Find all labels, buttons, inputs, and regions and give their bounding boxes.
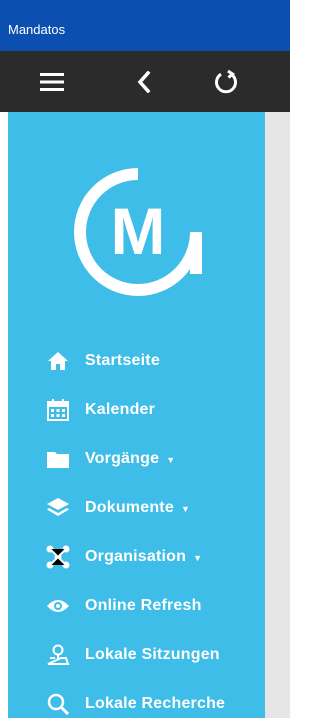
sidebar-item-kalender[interactable]: Kalender	[8, 385, 265, 434]
content-area	[265, 112, 290, 718]
sidebar: M Startseite Kalender Vorgänge ▼ Dokumen…	[8, 112, 265, 718]
calendar-icon	[43, 398, 73, 421]
hamburger-icon	[40, 72, 64, 91]
sidebar-item-vorgaenge[interactable]: Vorgänge ▼	[8, 434, 265, 483]
chevron-down-icon: ▼	[166, 454, 176, 465]
sidebar-item-label: Vorgänge	[85, 449, 160, 467]
sidebar-item-label: Organisation	[85, 547, 187, 565]
sidebar-item-startseite[interactable]: Startseite	[8, 336, 265, 385]
eye-icon	[43, 598, 73, 614]
app-title: Mandatos	[8, 22, 66, 37]
home-icon	[43, 351, 73, 371]
sidebar-item-dokumente[interactable]: Dokumente ▼	[8, 483, 265, 532]
user-location-icon	[43, 644, 73, 666]
sidebar-item-organisation[interactable]: Organisation ▼	[8, 532, 265, 581]
sidebar-item-label: Startseite	[85, 351, 160, 369]
layers-icon	[43, 497, 73, 519]
chevron-left-icon	[136, 70, 152, 93]
sidebar-nav: Startseite Kalender Vorgänge ▼ Dokumente…	[8, 336, 265, 728]
back-button[interactable]	[114, 51, 174, 112]
title-bar: Mandatos	[0, 0, 290, 51]
sidebar-item-label: Lokale Sitzungen	[85, 645, 220, 663]
search-icon	[43, 693, 73, 715]
toolbar	[0, 51, 290, 112]
sidebar-item-label: Lokale Recherche	[85, 694, 226, 712]
sidebar-item-lokale-sitzungen[interactable]: Lokale Sitzungen	[8, 630, 265, 679]
folder-icon	[43, 449, 73, 469]
org-chart-icon	[43, 544, 73, 570]
sidebar-item-label: Dokumente	[85, 498, 174, 516]
sidebar-item-online-refresh[interactable]: Online Refresh	[8, 581, 265, 630]
chevron-down-icon: ▼	[193, 552, 203, 563]
sidebar-item-lokale-recherche[interactable]: Lokale Recherche	[8, 679, 265, 728]
mandatos-logo: M	[68, 162, 208, 302]
refresh-button[interactable]	[196, 51, 256, 112]
refresh-icon	[213, 69, 239, 95]
sidebar-item-label: Online Refresh	[85, 596, 202, 614]
menu-button[interactable]	[22, 51, 82, 112]
sidebar-item-label: Kalender	[85, 400, 156, 418]
logo-letter: M	[111, 194, 166, 268]
chevron-down-icon: ▼	[180, 503, 190, 514]
